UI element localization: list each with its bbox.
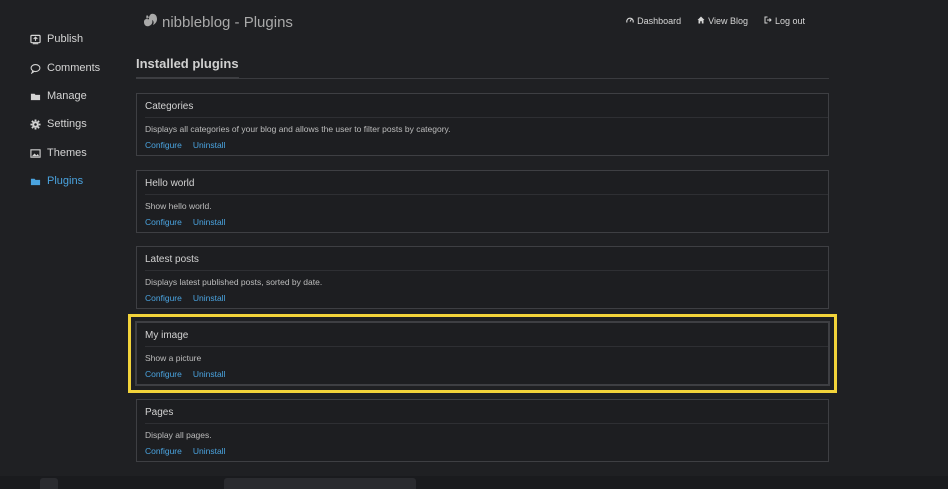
sidebar-item-label: Manage — [47, 90, 87, 102]
sidebar-item-label: Settings — [47, 118, 87, 130]
plugin-description: Displays all categories of your blog and… — [145, 124, 451, 134]
sidebar-item-label: Publish — [47, 33, 84, 45]
home-icon — [697, 16, 705, 26]
configure-link[interactable]: Configure — [145, 293, 182, 303]
section-title: Installed plugins — [136, 56, 239, 79]
bottom-taskbar — [0, 476, 948, 489]
sidebar-item-manage[interactable]: Manage — [30, 88, 87, 104]
page-title: nibbleblog - Plugins — [142, 12, 293, 33]
uninstall-link[interactable]: Uninstall — [193, 293, 226, 303]
plugin-name: Categories — [145, 101, 828, 118]
taskbar-tab[interactable] — [40, 478, 58, 489]
publish-icon — [30, 34, 41, 45]
taskbar-tab[interactable] — [224, 478, 416, 489]
plugin-description: Displays latest published posts, sorted … — [145, 277, 323, 287]
sidebar-item-label: Comments — [47, 62, 101, 74]
view-blog-label: View Blog — [708, 16, 748, 26]
top-nav: Dashboard View Blog Log out — [626, 16, 805, 26]
section-divider — [136, 78, 829, 79]
configure-link[interactable]: Configure — [145, 140, 182, 150]
plugin-card-hello-world: Hello world Show hello world. Configure … — [136, 170, 829, 233]
configure-link[interactable]: Configure — [145, 369, 182, 379]
sidebar-item-settings[interactable]: Settings — [30, 116, 87, 132]
folder-icon — [30, 91, 41, 102]
uninstall-link[interactable]: Uninstall — [193, 217, 226, 227]
folder-icon — [30, 176, 41, 187]
sidebar-item-plugins[interactable]: Plugins — [30, 173, 83, 189]
logout-icon — [764, 16, 772, 26]
plugin-card-pages: Pages Display all pages. Configure Unins… — [136, 399, 829, 462]
sidebar-item-publish[interactable]: Publish — [30, 31, 83, 47]
configure-link[interactable]: Configure — [145, 217, 182, 227]
image-icon — [30, 148, 41, 159]
sidebar-item-label: Plugins — [47, 175, 84, 187]
plugin-card-categories: Categories Displays all categories of yo… — [136, 93, 829, 156]
sidebar-item-themes[interactable]: Themes — [30, 145, 87, 161]
dashboard-link[interactable]: Dashboard — [626, 16, 681, 26]
configure-link[interactable]: Configure — [145, 446, 182, 456]
uninstall-link[interactable]: Uninstall — [193, 446, 226, 456]
log-out-link[interactable]: Log out — [764, 16, 805, 26]
comment-icon — [30, 63, 41, 74]
plugin-card-my-image: My image Show a picture Configure Uninst… — [128, 314, 837, 393]
sidebar-item-comments[interactable]: Comments — [30, 60, 100, 76]
header: nibbleblog - Plugins Dashboard View Blog… — [136, 0, 829, 44]
gear-icon — [30, 118, 41, 130]
plugin-card-latest-posts: Latest posts Displays latest published p… — [136, 246, 829, 309]
plugin-name: Latest posts — [145, 254, 828, 271]
sidebar-item-label: Themes — [47, 147, 87, 159]
plugin-name: My image — [145, 330, 828, 347]
squirrel-logo-icon — [142, 12, 158, 33]
view-blog-link[interactable]: View Blog — [697, 16, 748, 26]
uninstall-link[interactable]: Uninstall — [193, 369, 226, 379]
uninstall-link[interactable]: Uninstall — [193, 140, 226, 150]
plugin-description: Show hello world. — [145, 201, 212, 211]
plugin-description: Show a picture — [145, 353, 202, 363]
dashboard-icon — [626, 16, 634, 26]
log-out-label: Log out — [774, 16, 805, 26]
dashboard-label: Dashboard — [637, 16, 682, 26]
plugin-name: Hello world — [145, 178, 828, 195]
app-title: nibbleblog - Plugins — [162, 14, 293, 31]
plugin-description: Display all pages. — [145, 430, 212, 440]
plugin-name: Pages — [145, 407, 828, 424]
